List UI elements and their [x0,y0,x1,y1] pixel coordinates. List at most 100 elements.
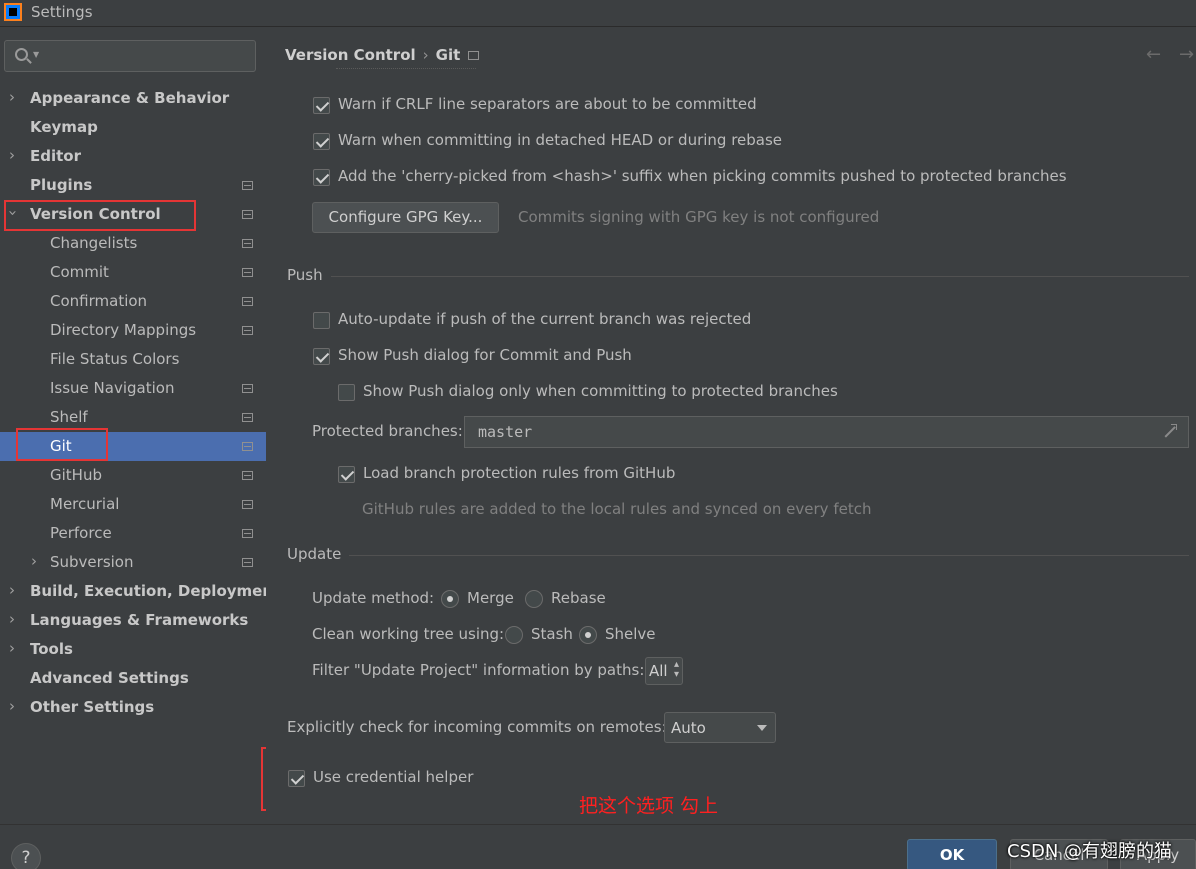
annotation-highlight-version-control [4,200,196,231]
sidebar-item-plugins[interactable]: Plugins [0,171,266,200]
incoming-commits-label: Explicitly check for incoming commits on… [287,718,667,736]
merge-label: Merge [467,589,514,607]
warn-detached-checkbox[interactable] [313,133,330,150]
push-section-title: Push [287,266,323,284]
incoming-commits-select[interactable]: Auto [664,712,776,743]
project-level-icon [242,210,253,219]
forward-arrow-icon[interactable]: → [1179,44,1194,65]
chevron-right-icon[interactable]: › [9,697,15,715]
sidebar-item-appearance-behavior[interactable]: › Appearance & Behavior [0,84,266,113]
auto-update-checkbox[interactable] [313,312,330,329]
warn-detached-label: Warn when committing in detached HEAD or… [338,131,783,149]
load-branch-rules-label: Load branch protection rules from GitHub [363,464,676,482]
expand-icon[interactable] [1162,424,1177,439]
sidebar-item-label: Other Settings [30,698,155,716]
stash-radio[interactable] [505,626,523,644]
warn-crlf-checkbox[interactable] [313,97,330,114]
sidebar-item-label: Plugins [30,176,93,194]
protected-branches-input[interactable]: master [464,416,1189,448]
show-push-dialog-protected-label: Show Push dialog only when committing to… [363,382,838,400]
search-icon [15,48,28,61]
gpg-hint: Commits signing with GPG key is not conf… [518,208,880,226]
shelve-label: Shelve [605,625,656,643]
sidebar-item-label: Changelists [50,234,138,252]
sidebar-item-issue-navigation[interactable]: Issue Navigation [0,374,266,403]
chevron-right-icon[interactable]: › [9,88,15,106]
breadcrumb-parent[interactable]: Version Control [285,46,416,64]
chevron-right-icon[interactable]: › [9,581,15,599]
project-level-icon [242,558,253,567]
window-title: Settings [31,3,93,21]
project-level-icon [242,471,253,480]
csdn-watermark: CSDN @有翅膀的猫 [1007,841,1173,862]
help-button[interactable]: ? [11,843,41,869]
cherry-picked-checkbox[interactable] [313,169,330,186]
update-method-label: Update method: [312,589,435,607]
sidebar-item-label: Subversion [50,553,134,571]
sidebar-item-label: Commit [50,263,109,281]
filter-update-value: All [649,662,668,680]
project-level-icon [242,500,253,509]
sidebar-item-label: Perforce [50,524,112,542]
annotation-highlight-git [16,428,108,461]
sidebar-item-languages-frameworks[interactable]: › Languages & Frameworks [0,606,266,635]
sidebar-item-confirmation[interactable]: Confirmation [0,287,266,316]
title-bar: Settings [0,0,1196,27]
chevron-right-icon[interactable]: › [31,552,37,570]
breadcrumb: Version Control › Git [285,46,480,64]
sidebar-item-mercurial[interactable]: Mercurial [0,490,266,519]
chevron-down-icon [757,725,767,731]
show-push-dialog-protected-checkbox[interactable] [338,384,355,401]
sidebar-item-label: Directory Mappings [50,321,197,339]
sidebar-item-editor[interactable]: › Editor [0,142,266,171]
sidebar-item-commit[interactable]: Commit [0,258,266,287]
update-section-title: Update [287,545,342,563]
incoming-commits-value: Auto [671,719,706,737]
sidebar-item-changelists[interactable]: Changelists [0,229,266,258]
annotation-note: 把这个选项 勾上 [579,795,719,817]
sidebar-item-github[interactable]: GitHub [0,461,266,490]
project-level-icon [242,384,253,393]
project-level-icon [468,51,480,60]
filter-update-select[interactable]: All ▴ ▾ [645,657,683,685]
sidebar-item-label: Confirmation [50,292,148,310]
load-branch-rules-checkbox[interactable] [338,466,355,483]
filter-update-label: Filter "Update Project" information by p… [312,661,645,679]
configure-gpg-key-button[interactable]: Configure GPG Key... [312,202,499,233]
settings-search-input[interactable]: ▼ [4,40,256,72]
sidebar-item-subversion[interactable]: › Subversion [0,548,266,577]
sidebar-item-label: Languages & Frameworks [30,611,249,629]
credential-helper-checkbox[interactable] [288,770,305,787]
shelve-radio[interactable] [579,626,597,644]
search-history-dropdown-icon[interactable]: ▼ [33,50,39,59]
sidebar-item-tools[interactable]: › Tools [0,635,266,664]
sidebar-item-directory-mappings[interactable]: Directory Mappings [0,316,266,345]
project-level-icon [242,413,253,422]
sidebar-item-label: Appearance & Behavior [30,89,230,107]
rebase-radio[interactable] [525,590,543,608]
sidebar-item-advanced-settings[interactable]: Advanced Settings [0,664,266,693]
sidebar-item-label: GitHub [50,466,102,484]
breadcrumb-separator: › [422,46,429,64]
sidebar-item-build-execution-deployment[interactable]: › Build, Execution, Deployment [0,577,280,606]
back-arrow-icon[interactable]: ← [1146,44,1161,65]
sidebar-item-label: Keymap [30,118,98,136]
sidebar-item-perforce[interactable]: Perforce [0,519,266,548]
sidebar-item-other-settings[interactable]: › Other Settings [0,693,266,722]
sidebar-item-label: Tools [30,640,73,658]
ok-button[interactable]: OK [907,839,997,869]
breadcrumb-current: Git [435,46,461,64]
project-level-icon [242,529,253,538]
chevron-right-icon[interactable]: › [9,610,15,628]
sidebar-item-file-status-colors[interactable]: File Status Colors [0,345,266,374]
show-push-dialog-checkbox[interactable] [313,348,330,365]
project-level-icon [242,239,253,248]
chevron-right-icon[interactable]: › [9,639,15,657]
merge-radio[interactable] [441,590,459,608]
sidebar-item-keymap[interactable]: Keymap [0,113,266,142]
sidebar-item-label: File Status Colors [50,350,180,368]
project-level-icon [242,181,253,190]
sidebar-item-label: Mercurial [50,495,120,513]
intellij-app-icon [4,3,22,21]
chevron-right-icon[interactable]: › [9,146,15,164]
